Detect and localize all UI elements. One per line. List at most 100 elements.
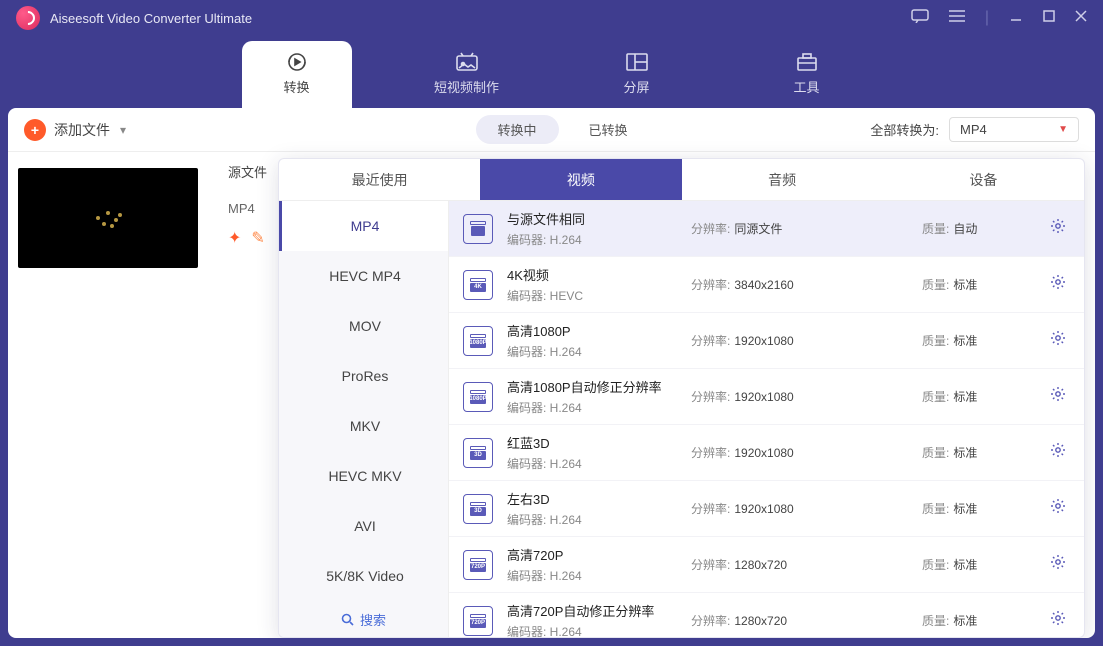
preset-quality: 质量:标准 xyxy=(922,612,1032,629)
popup-tab-0[interactable]: 最近使用 xyxy=(279,159,480,200)
popup-body: MP4HEVC MP4MOVProResMKVHEVC MKVAVI5K/8K … xyxy=(279,201,1084,637)
status-converting[interactable]: 转换中 xyxy=(475,115,558,144)
preset-badge-icon xyxy=(463,214,493,244)
preset-settings-button[interactable] xyxy=(1046,382,1070,411)
main-tab-2[interactable]: 分屏 xyxy=(582,41,692,108)
preset-list: 与源文件相同编码器: H.264分辨率:同源文件质量:自动 4K 4K视频编码器: … xyxy=(449,201,1084,637)
format-popup: 最近使用视频音频设备 MP4HEVC MP4MOVProResMKVHEVC M… xyxy=(278,158,1085,638)
format-sidebar-item[interactable]: HEVC MP4 xyxy=(279,251,448,301)
preset-badge-icon: 1080P xyxy=(463,382,493,412)
nav-label: 工具 xyxy=(793,77,819,96)
menu-icon[interactable] xyxy=(949,9,965,27)
format-sidebar-item[interactable]: MKV xyxy=(279,401,448,451)
nav-label: 短视频制作 xyxy=(434,77,499,96)
preset-row[interactable]: 3D左右3D编码器: H.264分辨率:1920x1080质量:标准 xyxy=(449,481,1084,537)
preset-encoder: 编码器: H.264 xyxy=(507,567,677,584)
preset-resolution: 分辨率:3840x2160 xyxy=(691,276,908,293)
preset-resolution: 分辨率:1920x1080 xyxy=(691,388,908,405)
preset-settings-button[interactable] xyxy=(1046,550,1070,579)
divider: | xyxy=(985,9,989,27)
format-sidebar-item[interactable]: MP4 xyxy=(279,201,448,251)
preset-resolution: 分辨率:1920x1080 xyxy=(691,332,908,349)
close-button[interactable] xyxy=(1075,9,1087,27)
video-thumbnail[interactable] xyxy=(18,168,198,268)
file-format-line: MP4 xyxy=(228,201,278,216)
convert-target: 全部转换为: MP4 ▼ xyxy=(870,117,1079,142)
popup-tab-3[interactable]: 设备 xyxy=(883,159,1084,200)
preset-title: 高清1080P自动修正分辨率 xyxy=(507,377,677,396)
format-sidebar: MP4HEVC MP4MOVProResMKVHEVC MKVAVI5K/8K … xyxy=(279,201,449,637)
convert-target-label: 全部转换为: xyxy=(870,120,939,139)
preset-encoder: 编码器: H.264 xyxy=(507,511,677,528)
preset-quality: 质量:标准 xyxy=(922,556,1032,573)
maximize-button[interactable] xyxy=(1043,9,1055,27)
preset-settings-button[interactable] xyxy=(1046,214,1070,243)
popup-tab-2[interactable]: 音频 xyxy=(682,159,883,200)
preset-quality: 质量:自动 xyxy=(922,220,1032,237)
caret-down-icon: ▼ xyxy=(1058,124,1068,135)
nav-icon xyxy=(796,51,818,73)
preset-row[interactable]: 1080P高清1080P自动修正分辨率编码器: H.264分辨率:1920x10… xyxy=(449,369,1084,425)
edit-icon[interactable]: ✎ xyxy=(251,228,264,248)
feedback-icon[interactable] xyxy=(911,9,929,28)
preset-title: 4K视频 xyxy=(507,265,677,284)
search-label: 搜索 xyxy=(360,610,386,629)
preset-quality: 质量:标准 xyxy=(922,444,1032,461)
preset-resolution: 分辨率:1280x720 xyxy=(691,556,908,573)
target-format-select[interactable]: MP4 ▼ xyxy=(949,117,1079,142)
main-tab-0[interactable]: 转换 xyxy=(242,41,352,108)
add-file-button[interactable]: + 添加文件 ▾ xyxy=(24,119,126,141)
minimize-button[interactable] xyxy=(1009,9,1023,28)
popup-tab-1[interactable]: 视频 xyxy=(480,159,681,200)
nav-icon xyxy=(286,51,308,73)
preset-settings-button[interactable] xyxy=(1046,606,1070,635)
preset-quality: 质量:标准 xyxy=(922,276,1032,293)
search-icon xyxy=(341,613,354,626)
preset-quality: 质量:标准 xyxy=(922,388,1032,405)
preset-quality: 质量:标准 xyxy=(922,332,1032,349)
nav-icon xyxy=(626,51,648,73)
preset-encoder: 编码器: H.264 xyxy=(507,623,677,637)
preset-row[interactable]: 4K 4K视频编码器: HEVC 分辨率:3840x2160 质量:标准 xyxy=(449,257,1084,313)
preset-settings-button[interactable] xyxy=(1046,438,1070,467)
preset-title: 高清1080P xyxy=(507,321,677,340)
chevron-down-icon: ▾ xyxy=(120,123,126,137)
preset-settings-button[interactable] xyxy=(1046,270,1070,299)
preset-badge-icon: 3D xyxy=(463,438,493,468)
main-tab-3[interactable]: 工具 xyxy=(752,41,862,108)
preset-badge-icon: 720P xyxy=(463,550,493,580)
format-sidebar-item[interactable]: 5K/8K Video xyxy=(279,551,448,601)
format-search[interactable]: 搜索 xyxy=(279,601,448,637)
workspace: + 添加文件 ▾ 转换中 已转换 全部转换为: MP4 ▼ 源文件 MP4 ✦ xyxy=(8,108,1095,638)
preset-encoder: 编码器: HEVC xyxy=(507,287,677,304)
preset-row[interactable]: 1080P高清1080P编码器: H.264分辨率:1920x1080质量:标准 xyxy=(449,313,1084,369)
status-tabs: 转换中 已转换 xyxy=(475,115,627,144)
preset-resolution: 分辨率:1920x1080 xyxy=(691,444,908,461)
nav-label: 分屏 xyxy=(623,77,649,96)
preset-badge-icon: 720P xyxy=(463,606,493,636)
preset-row[interactable]: 720P高清720P自动修正分辨率编码器: H.264分辨率:1280x720质… xyxy=(449,593,1084,637)
preset-settings-button[interactable] xyxy=(1046,326,1070,355)
format-sidebar-item[interactable]: MOV xyxy=(279,301,448,351)
star-icon[interactable]: ✦ xyxy=(228,228,241,248)
preset-quality: 质量:标准 xyxy=(922,500,1032,517)
main-tab-1[interactable]: 短视频制作 xyxy=(412,41,522,108)
preset-settings-button[interactable] xyxy=(1046,494,1070,523)
titlebar: Aiseesoft Video Converter Ultimate | xyxy=(0,0,1103,36)
window-controls: | xyxy=(911,9,1087,28)
format-sidebar-item[interactable]: ProRes xyxy=(279,351,448,401)
preset-row[interactable]: 与源文件相同编码器: H.264分辨率:同源文件质量:自动 xyxy=(449,201,1084,257)
format-sidebar-item[interactable]: HEVC MKV xyxy=(279,451,448,501)
preset-title: 左右3D xyxy=(507,489,677,508)
popup-tabs: 最近使用视频音频设备 xyxy=(279,159,1084,201)
preset-title: 红蓝3D xyxy=(507,433,677,452)
target-format-value: MP4 xyxy=(960,122,987,137)
nav-icon xyxy=(455,51,479,73)
preset-row[interactable]: 720P 高清720P 编码器: H.264 分辨率:1280x720 质量:标准 xyxy=(449,537,1084,593)
preset-encoder: 编码器: H.264 xyxy=(507,455,677,472)
preset-title: 高清720P xyxy=(507,545,677,564)
preset-row[interactable]: 3D 红蓝3D 编码器: H.264 分辨率:1920x1080 质量:标准 xyxy=(449,425,1084,481)
status-converted[interactable]: 已转换 xyxy=(589,120,628,139)
format-sidebar-item[interactable]: AVI xyxy=(279,501,448,551)
preset-badge-icon: 4K xyxy=(463,270,493,300)
